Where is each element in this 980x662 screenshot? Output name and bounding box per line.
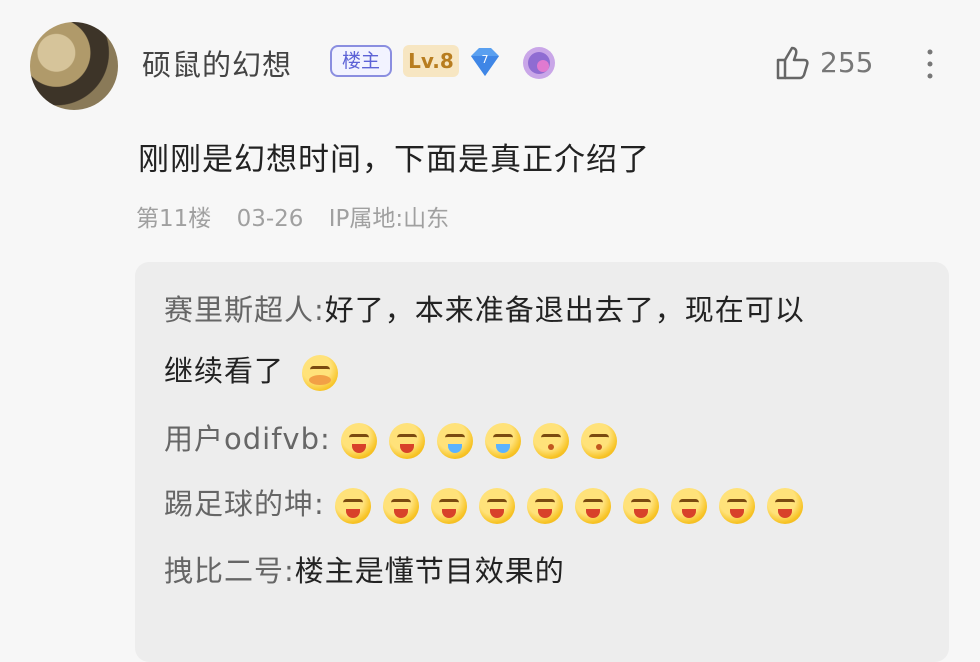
more-options-icon[interactable] <box>920 44 940 84</box>
grin-emoji-icon <box>671 488 707 524</box>
diamond-badge-icon: 7 <box>471 48 499 76</box>
shy-emoji-icon <box>580 423 617 459</box>
grin-emoji-icon <box>527 488 563 524</box>
comment-text: 刚刚是幻想时间，下面是真正介绍了 <box>138 142 650 178</box>
floor-label: 第11楼 <box>136 206 212 232</box>
grin-emoji-icon <box>335 488 371 524</box>
grin-emoji-icon <box>575 488 611 524</box>
grin-emoji-icon <box>767 488 803 524</box>
comment-date: 03-26 <box>236 206 304 232</box>
grin-emoji-icon <box>388 423 425 459</box>
louzhu-badge: 楼主 <box>330 45 392 77</box>
avatar[interactable] <box>30 22 118 110</box>
reply-username[interactable]: 赛里斯超人: <box>164 293 325 327</box>
reply-text: 好了，本来准备退出去了，现在可以 <box>324 293 805 327</box>
grin-emoji-icon <box>431 488 467 524</box>
grin-emoji-icon <box>719 488 755 524</box>
reply-item[interactable]: 拽比二号:楼主是懂节目效果的 <box>164 548 565 590</box>
comment-meta: 第11楼 03-26 IP属地:山东 <box>136 199 467 233</box>
ip-location: IP属地:山东 <box>328 206 450 232</box>
reply-text: 继续看了 <box>164 354 285 388</box>
reply-item[interactable]: 踢足球的坤: <box>164 481 803 524</box>
reply-item[interactable]: 赛里斯超人:好了，本来准备退出去了，现在可以 <box>164 287 805 329</box>
hug-emoji-icon <box>302 355 339 391</box>
grin-emoji-icon <box>383 488 419 524</box>
reply-item[interactable]: 用户odifvb: <box>164 416 617 459</box>
medal-badge-icon <box>523 47 555 79</box>
like-count: 255 <box>820 46 874 79</box>
cry-emoji-icon <box>484 423 521 459</box>
reply-text: 楼主是懂节目效果的 <box>294 554 565 588</box>
level-badge: Lv.8 <box>403 45 459 77</box>
svg-text:7: 7 <box>482 53 489 66</box>
comment-username[interactable]: 硕鼠的幻想 <box>142 42 292 84</box>
grin-emoji-icon <box>340 423 377 459</box>
reply-username[interactable]: 拽比二号: <box>164 554 295 588</box>
emoji-row <box>335 488 803 524</box>
shy-emoji-icon <box>532 423 569 459</box>
thumbs-up-icon[interactable] <box>772 42 812 82</box>
emoji-row <box>340 423 617 459</box>
grin-emoji-icon <box>479 488 515 524</box>
reply-username[interactable]: 踢足球的坤: <box>164 487 325 521</box>
reply-username[interactable]: 用户odifvb: <box>164 422 331 456</box>
cry-emoji-icon <box>436 423 473 459</box>
grin-emoji-icon <box>623 488 659 524</box>
reply-item-continuation: 继续看了 <box>164 348 339 391</box>
